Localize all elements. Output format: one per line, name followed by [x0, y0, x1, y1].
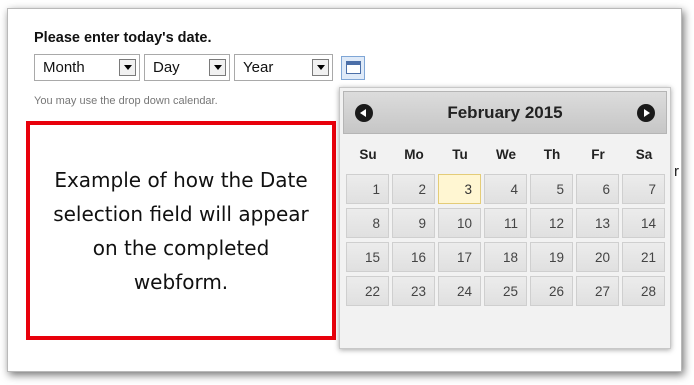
weekday-label: Tu	[452, 147, 468, 162]
day-cell[interactable]: 17	[438, 242, 481, 272]
callout-text: Example of how the Date selection field …	[53, 167, 309, 294]
day-cell[interactable]: 14	[622, 208, 665, 238]
day-cell[interactable]: 26	[530, 276, 573, 306]
weekday-label: Th	[543, 147, 561, 162]
year-select-value: Year	[243, 59, 274, 76]
weekday-label: Fr	[591, 147, 605, 162]
day-cell[interactable]: 2	[392, 174, 435, 204]
calendar-icon	[345, 61, 361, 74]
example-callout: Example of how the Date selection field …	[26, 121, 336, 340]
day-cell[interactable]: 13	[576, 208, 619, 238]
day-select-value: Day	[153, 59, 180, 76]
day-cell[interactable]: 5	[530, 174, 573, 204]
day-cell[interactable]: 7	[622, 174, 665, 204]
day-cell[interactable]: 10	[438, 208, 481, 238]
day-cell[interactable]: 27	[576, 276, 619, 306]
weekday-label: Su	[359, 147, 377, 162]
date-prompt-heading: Please enter today's date.	[34, 30, 212, 46]
day-cell[interactable]: 11	[484, 208, 527, 238]
day-cell[interactable]: 4	[484, 174, 527, 204]
day-cell[interactable]: 1	[346, 174, 389, 204]
day-cell[interactable]: 16	[392, 242, 435, 272]
chevron-down-icon[interactable]	[209, 59, 226, 76]
day-cell[interactable]: 6	[576, 174, 619, 204]
year-select[interactable]: Year	[234, 54, 333, 81]
day-cell[interactable]: 19	[530, 242, 573, 272]
month-select[interactable]: Month	[34, 54, 140, 81]
weekday-header-row: Su Mo Tu We Th Fr Sa	[345, 147, 667, 162]
month-year-title: February 2015	[447, 103, 563, 122]
chevron-down-icon[interactable]	[119, 59, 136, 76]
weekday-label: We	[495, 147, 516, 162]
weekday-label: Sa	[635, 147, 653, 162]
obscured-text: r	[674, 163, 679, 180]
chevron-down-icon[interactable]	[312, 59, 329, 76]
day-cell[interactable]: 15	[346, 242, 389, 272]
date-selects: Month Day Year	[34, 54, 365, 81]
day-cell[interactable]: 8	[346, 208, 389, 238]
calendar-button[interactable]	[341, 55, 365, 80]
day-cell-today[interactable]: 3	[438, 174, 481, 204]
day-cell[interactable]: 28	[622, 276, 665, 306]
day-cell[interactable]: 12	[530, 208, 573, 238]
day-cell[interactable]: 25	[484, 276, 527, 306]
datepicker-popup: February 2015 Su Mo Tu We Th Fr Sa 1 2 3 4 5 6 7 8 9 10…	[339, 87, 671, 349]
month-select-value: Month	[43, 59, 85, 76]
day-cell[interactable]: 20	[576, 242, 619, 272]
datepicker-header: February 2015	[343, 91, 667, 134]
arrow-right-icon[interactable]	[637, 104, 655, 122]
day-grid: 1 2 3 4 5 6 7 8 9 10 11 12 13 14 15 16 17 18 19 20 21 22 23 24 2…	[346, 174, 667, 306]
day-select[interactable]: Day	[144, 54, 230, 81]
day-cell[interactable]: 22	[346, 276, 389, 306]
day-cell[interactable]: 9	[392, 208, 435, 238]
weekday-label: Mo	[404, 147, 424, 162]
day-cell[interactable]: 24	[438, 276, 481, 306]
day-cell[interactable]: 21	[622, 242, 665, 272]
day-cell[interactable]: 23	[392, 276, 435, 306]
day-cell[interactable]: 18	[484, 242, 527, 272]
calendar-hint: You may use the drop down calendar.	[34, 95, 218, 107]
